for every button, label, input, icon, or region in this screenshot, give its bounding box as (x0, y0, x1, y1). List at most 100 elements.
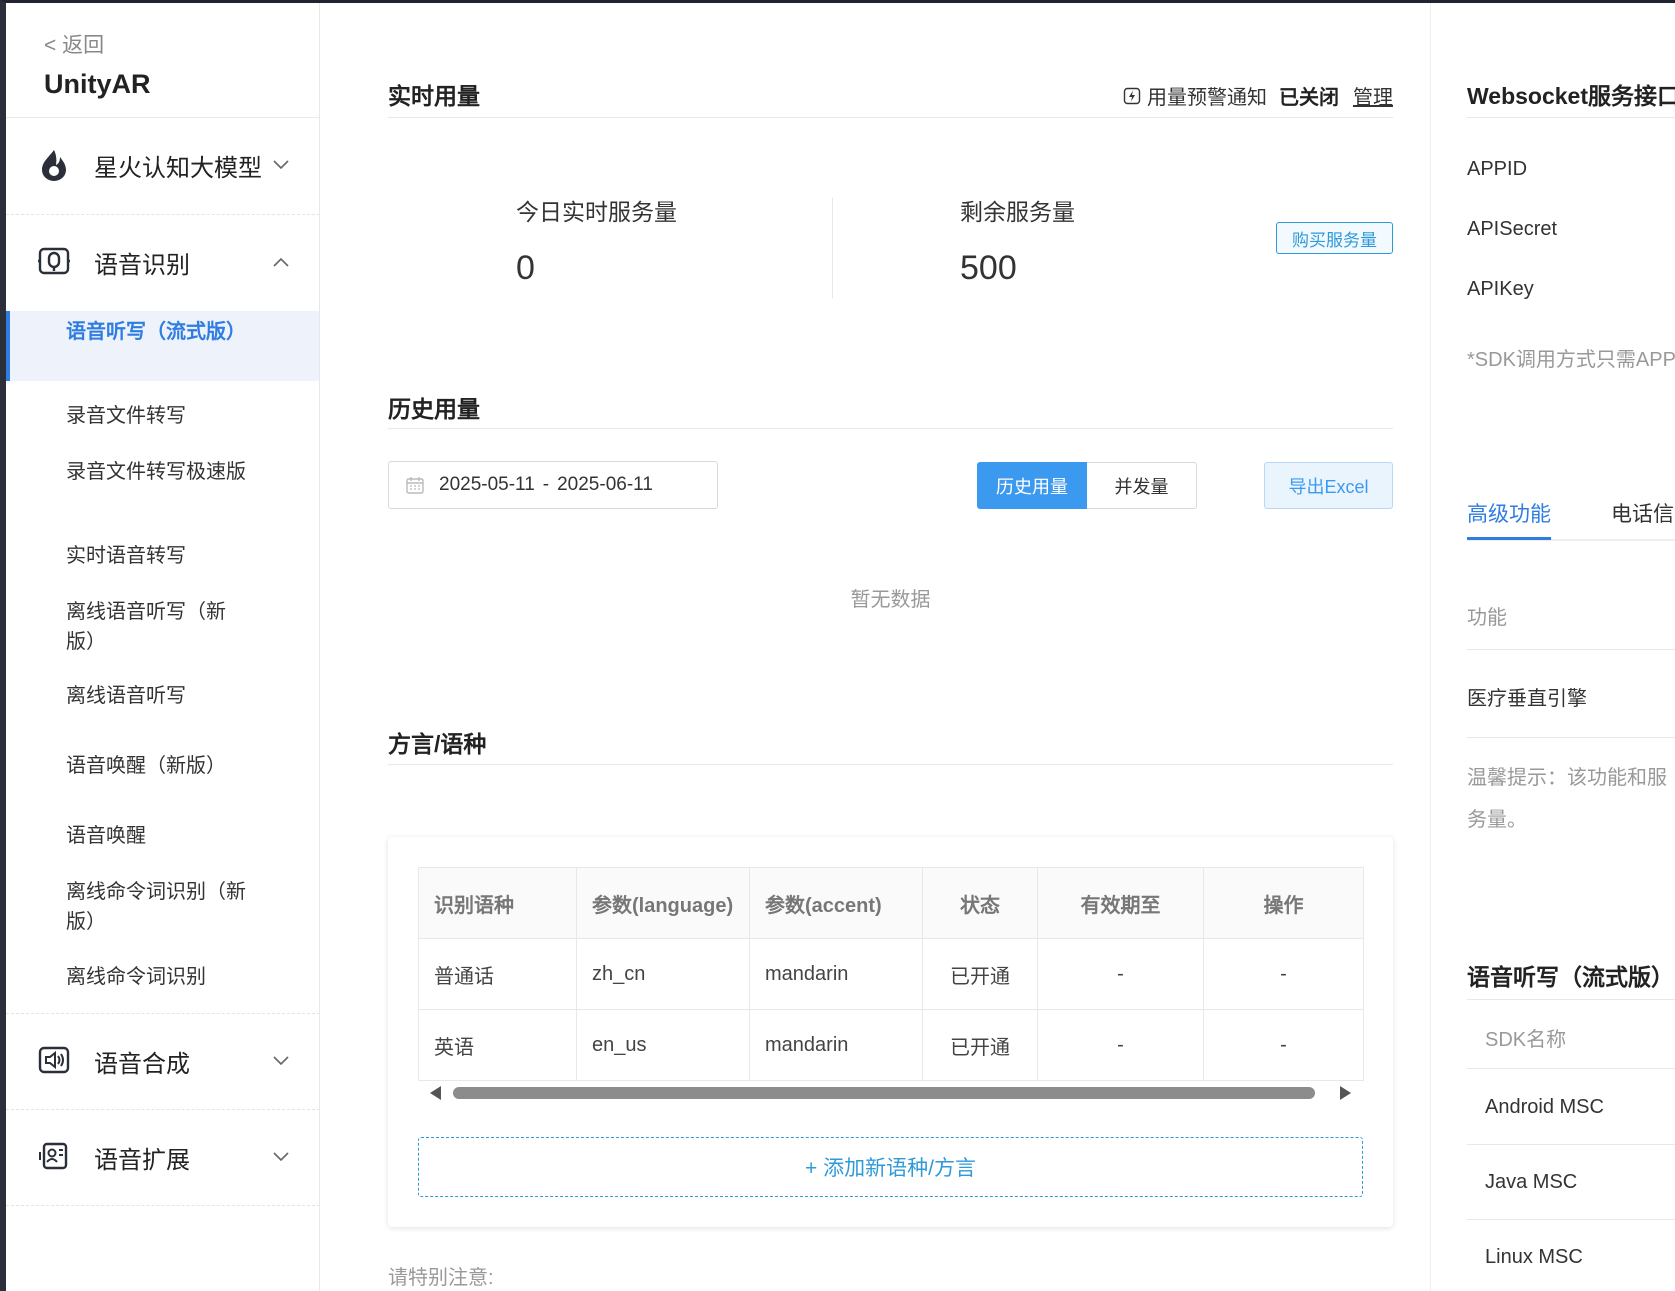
section-divider (388, 117, 1393, 118)
date-end[interactable]: 2025-06-11 (557, 474, 653, 496)
column-header-param-language: 参数(language) (576, 867, 750, 939)
panel-divider (1467, 1144, 1675, 1145)
section-divider (388, 428, 1393, 429)
sidebar-group-extension[interactable]: 语音扩展 (6, 1127, 319, 1187)
remaining-service-value: 500 (960, 249, 1017, 287)
sidebar: < 返回 UnityAR 星火认知大模型 语音识别 语音听写（流式版） 录音文件… (6, 3, 320, 1291)
stat-divider (832, 198, 833, 298)
column-header-param-accent: 参数(accent) (749, 867, 923, 939)
sidebar-divider (6, 1205, 319, 1206)
chevron-down-icon (272, 1052, 290, 1070)
remaining-service-label: 剩余服务量 (960, 199, 1075, 225)
sdk-section-title: 语音听写（流式版） (1467, 964, 1674, 990)
cell-language: 普通话 (418, 938, 577, 1010)
usage-alert: 用量预警通知 已关闭 管理 (1123, 81, 1393, 110)
speech-synthesis-icon (36, 1043, 72, 1079)
tab-concurrency[interactable]: 并发量 (1087, 462, 1197, 509)
export-excel-button[interactable]: 导出Excel (1264, 462, 1393, 509)
sdk-linux-msc: Linux MSC (1485, 1246, 1583, 1268)
cell-param-language: en_us (576, 1009, 750, 1081)
tip-text-line1: 温馨提示：该功能和服 (1467, 767, 1667, 789)
tab-phone-channel[interactable]: 电话信道 (1611, 498, 1675, 528)
tab-advanced-features[interactable]: 高级功能 (1467, 498, 1551, 528)
sidebar-group-label: 语音扩展 (94, 1146, 190, 1174)
websocket-api-title: Websocket服务接口 (1467, 83, 1675, 109)
dialect-title: 方言/语种 (388, 731, 487, 757)
usage-alert-label: 用量预警通知 (1147, 87, 1267, 109)
no-data-text: 暂无数据 (850, 589, 931, 611)
today-service-label: 今日实时服务量 (516, 199, 677, 225)
sidebar-item-offline-command[interactable]: 离线命令词识别 (6, 962, 319, 992)
chevron-down-icon (272, 1148, 290, 1166)
panel-divider (1467, 999, 1675, 1000)
cell-language: 英语 (418, 1009, 577, 1081)
panel-divider (1467, 1068, 1675, 1069)
panel-divider (1467, 737, 1675, 738)
alert-bolt-icon (1123, 87, 1141, 105)
sidebar-group-spark[interactable]: 星火认知大模型 (6, 135, 319, 195)
sidebar-item-wakeup[interactable]: 语音唤醒 (6, 821, 319, 851)
cell-status: 已开通 (922, 1009, 1038, 1081)
scroll-left-arrow-icon[interactable] (430, 1086, 441, 1100)
sidebar-item-offline-iat[interactable]: 离线语音听写 (6, 681, 319, 711)
cell-action: - (1203, 1009, 1364, 1081)
cell-status: 已开通 (922, 938, 1038, 1010)
key-apisecret: APISecret (1467, 218, 1558, 240)
sidebar-group-label: 语音识别 (94, 251, 190, 279)
api-info-panel: Websocket服务接口 APPID APISecret APIKey *SD… (1430, 3, 1675, 1291)
app-title: UnityAR (44, 69, 151, 99)
column-header-language: 识别语种 (418, 867, 577, 939)
back-link[interactable]: < 返回 (44, 29, 104, 59)
chevron-up-icon (272, 253, 290, 271)
active-tab-indicator (1467, 537, 1551, 540)
usage-type-toggle: 历史用量 并发量 (977, 462, 1197, 509)
column-header-status: 状态 (922, 867, 1038, 939)
cell-action: - (1203, 938, 1364, 1010)
scrollbar-thumb[interactable] (453, 1087, 1315, 1099)
realtime-usage-title: 实时用量 (388, 83, 480, 109)
chevron-down-icon (272, 156, 290, 174)
notice-text: 请特别注意: (388, 1267, 494, 1289)
sidebar-item-file-transcribe[interactable]: 录音文件转写 (6, 401, 319, 431)
add-language-button[interactable]: + 添加新语种/方言 (418, 1137, 1363, 1197)
panel-divider (1467, 1219, 1675, 1220)
speech-extension-icon (36, 1139, 72, 1175)
cell-expiry: - (1037, 1009, 1204, 1081)
usage-alert-manage-link[interactable]: 管理 (1353, 81, 1393, 110)
usage-alert-status: 已关闭 (1279, 87, 1339, 109)
buy-service-button[interactable]: 购买服务量 (1276, 222, 1393, 254)
sidebar-item-realtime-transcribe[interactable]: 实时语音转写 (6, 541, 319, 571)
sidebar-group-tts[interactable]: 语音合成 (6, 1031, 319, 1091)
sdk-hint-text: *SDK调用方式只需APPID (1467, 349, 1675, 371)
sidebar-item-wakeup-new[interactable]: 语音唤醒（新版） (6, 751, 319, 781)
table-row: 普通话 zh_cn mandarin 已开通 - - (418, 938, 1364, 1010)
table-horizontal-scrollbar[interactable] (418, 1081, 1363, 1103)
tip-text-line2: 务量。 (1467, 809, 1527, 831)
sidebar-item-offline-command-new[interactable]: 离线命令词识别（新版） (6, 877, 319, 937)
calendar-icon (405, 475, 425, 495)
sidebar-divider (6, 1109, 319, 1110)
sidebar-divider (6, 1013, 319, 1014)
cell-expiry: - (1037, 938, 1204, 1010)
tab-history-usage[interactable]: 历史用量 (977, 462, 1087, 509)
feature-column-header: 功能 (1467, 607, 1507, 629)
sidebar-item-iat-stream[interactable]: 语音听写（流式版） (6, 311, 319, 381)
date-start[interactable]: 2025-05-11 (439, 474, 535, 496)
speech-recognition-icon (36, 244, 72, 280)
panel-divider (1467, 117, 1675, 118)
date-range-picker[interactable]: 2025-05-11 - 2025-06-11 (388, 461, 718, 509)
sdk-java-msc: Java MSC (1485, 1171, 1578, 1193)
cell-param-accent: mandarin (749, 1009, 923, 1081)
scroll-right-arrow-icon[interactable] (1340, 1086, 1351, 1100)
key-apikey: APIKey (1467, 278, 1534, 300)
history-usage-title: 历史用量 (388, 396, 480, 422)
sidebar-group-asr[interactable]: 语音识别 (6, 232, 319, 292)
today-service-value: 0 (516, 249, 535, 287)
section-divider (388, 764, 1393, 765)
sidebar-item-file-transcribe-fast[interactable]: 录音文件转写极速版 (6, 457, 319, 487)
table-row: 英语 en_us mandarin 已开通 - - (418, 1009, 1364, 1081)
sidebar-group-label: 星火认知大模型 (94, 154, 262, 182)
table-header-row: 识别语种 参数(language) 参数(accent) 状态 有效期至 操作 (418, 867, 1364, 939)
sidebar-item-offline-iat-new[interactable]: 离线语音听写（新版） (6, 597, 319, 657)
sidebar-divider (6, 117, 319, 118)
